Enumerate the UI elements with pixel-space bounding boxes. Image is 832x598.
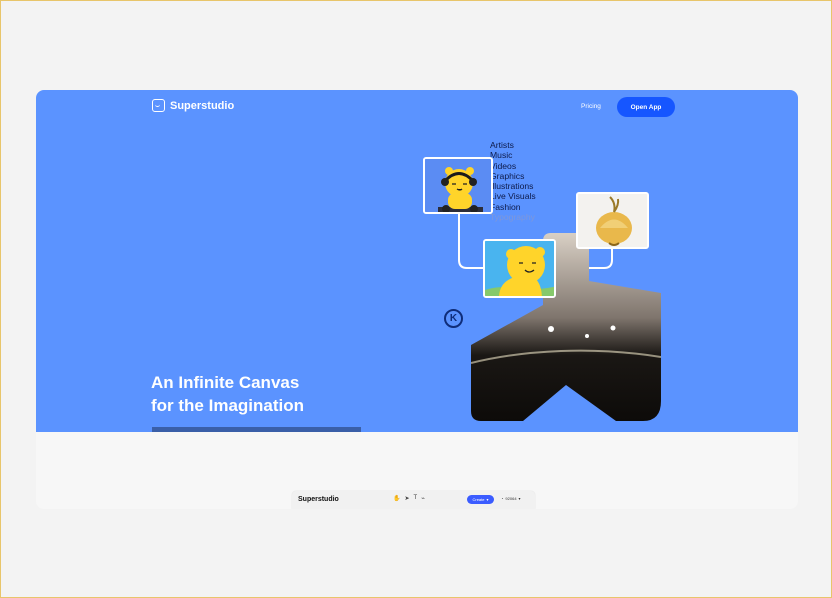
category-list: Artists Music Videos Graphics Illustrati… xyxy=(490,140,536,222)
smiling-bear-illustration xyxy=(485,241,554,296)
dj-bear-card[interactable] xyxy=(423,157,493,214)
hero-section: Superstudio Pricing Open App Artists Mus… xyxy=(36,90,798,432)
onion-card[interactable] xyxy=(576,192,649,249)
select-icon[interactable]: ➤ xyxy=(404,495,409,502)
browser-frame: Superstudio Pricing Open App Artists Mus… xyxy=(0,0,832,598)
category-item: Music xyxy=(490,150,513,161)
link-icon[interactable]: ⌁ xyxy=(421,495,425,502)
smiling-bear-card[interactable] xyxy=(483,239,556,298)
hand-icon[interactable]: ✋ xyxy=(393,495,400,502)
hero-headline: An Infinite Canvas for the Imagination xyxy=(151,371,304,417)
category-item: Live Visuals xyxy=(490,191,536,202)
category-item: Artists xyxy=(490,140,514,150)
credits-icon: ◔ xyxy=(501,496,504,501)
create-label: Create xyxy=(472,497,485,502)
headline-line: An Infinite Canvas xyxy=(151,373,300,392)
category-item: Illustrations xyxy=(490,181,534,192)
create-button[interactable]: Create ▾ xyxy=(467,495,494,504)
chevron-down-icon: ▾ xyxy=(518,496,521,501)
category-item: Videos xyxy=(490,160,517,171)
category-item: Typography xyxy=(490,212,535,223)
toolbar-brand: Superstudio xyxy=(298,496,339,503)
hero-scroll-bar xyxy=(152,427,361,432)
category-item: Graphics xyxy=(490,170,525,181)
credits-indicator[interactable]: ◔ 92064 ▾ xyxy=(501,496,521,501)
credits-value: 92064 xyxy=(505,496,517,501)
headline-line: for the Imagination xyxy=(151,396,304,415)
category-item: Fashion xyxy=(490,201,521,212)
text-icon[interactable]: T xyxy=(414,495,418,502)
website-page: Superstudio Pricing Open App Artists Mus… xyxy=(36,90,798,509)
k-logo-icon: K xyxy=(444,309,463,328)
app-toolbar-preview: Superstudio ✋ ➤ T ⌁ Create ▾ ◔ 92064 ▾ xyxy=(292,491,535,509)
dj-bear-illustration xyxy=(425,159,491,212)
onion-illustration xyxy=(578,194,647,247)
tool-group: ✋ ➤ T ⌁ xyxy=(393,495,425,502)
chevron-down-icon: ▾ xyxy=(486,497,489,502)
